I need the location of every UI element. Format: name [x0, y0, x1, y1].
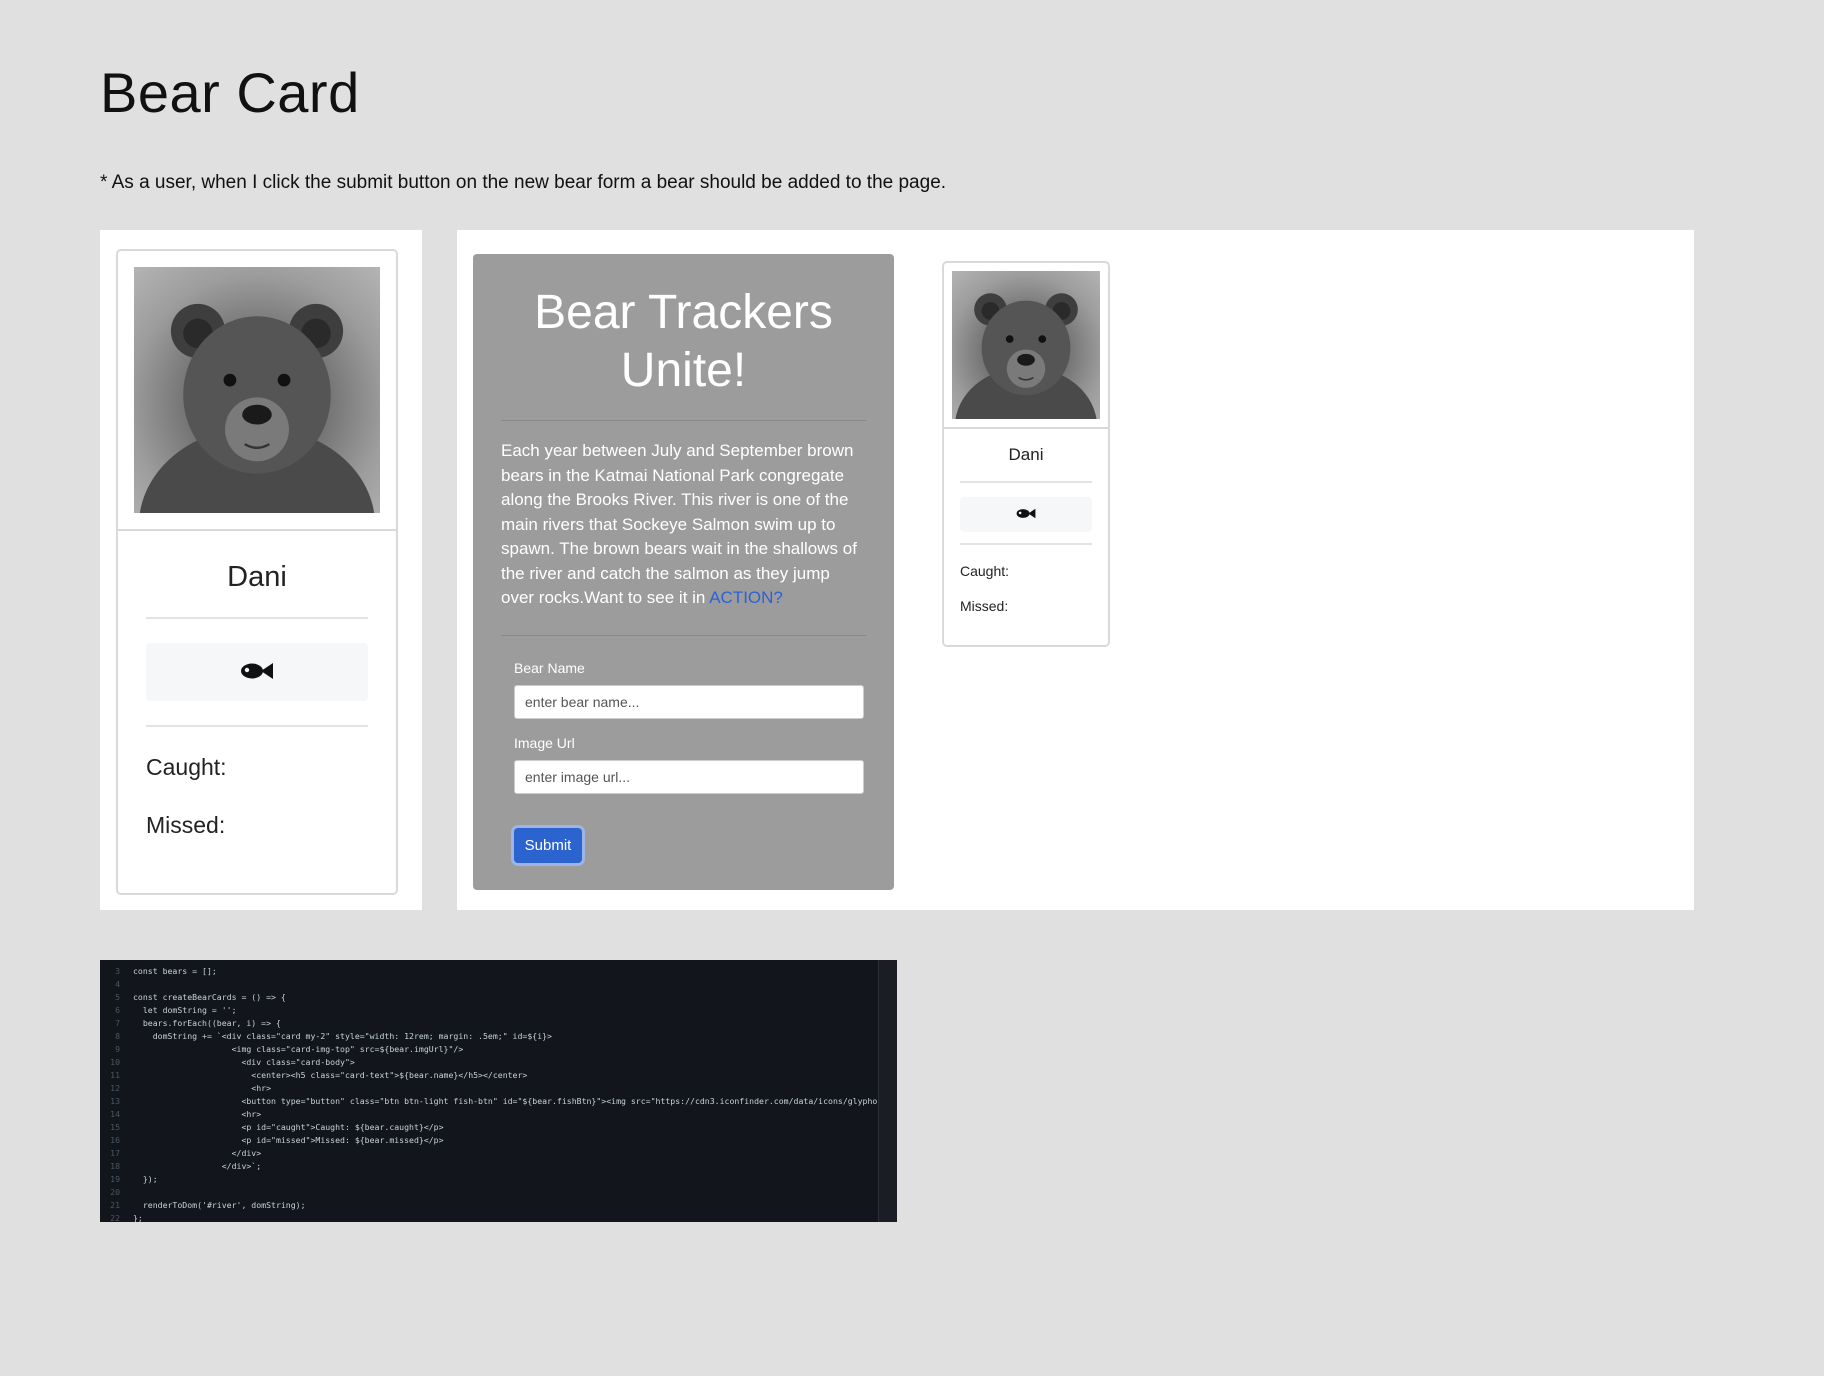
code-text: <p id="caught">Caught: ${bear.caught}</p…	[133, 1122, 444, 1132]
code-line: 21 renderToDom('#river', domString);	[100, 1199, 879, 1212]
user-story: * As a user, when I click the submit but…	[100, 172, 947, 193]
divider	[501, 420, 866, 421]
line-number: 18	[110, 1161, 120, 1171]
code-line: 19 });	[100, 1173, 879, 1186]
image-url-input[interactable]	[514, 760, 864, 794]
code-line: 22};	[100, 1212, 879, 1222]
code-line: 18 </div>`;	[100, 1160, 879, 1173]
code-line: 15 <p id="caught">Caught: ${bear.caught}…	[100, 1121, 879, 1134]
bear-card-large: Dani Caught: Missed:	[116, 249, 398, 895]
line-number: 5	[115, 992, 120, 1002]
code-text: <hr>	[133, 1109, 262, 1119]
missed-count: Missed:	[960, 598, 1009, 614]
divider	[960, 481, 1092, 483]
line-number: 8	[115, 1031, 120, 1041]
code-line: 10 <div class="card-body">	[100, 1056, 879, 1069]
line-number: 3	[115, 966, 120, 976]
line-number: 14	[110, 1109, 120, 1119]
line-number: 6	[115, 1005, 120, 1015]
code-text: renderToDom('#river', domString);	[133, 1200, 306, 1210]
fish-icon	[240, 662, 274, 683]
bear-card-panel: Dani Caught: Missed:	[100, 230, 422, 910]
code-line: 5 const createBearCards = () => {	[100, 991, 879, 1004]
code-text: bears.forEach((bear, i) => {	[133, 1018, 281, 1028]
code-snippet: 3 const bears = []; 4 5 const createBearCard…	[100, 960, 897, 1222]
bear-image	[952, 271, 1100, 419]
missed-count: Missed:	[146, 812, 226, 838]
caught-count: Caught:	[146, 754, 227, 780]
code-line: 17 </div>	[100, 1147, 879, 1160]
code-text: const createBearCards = () => {	[133, 992, 286, 1002]
line-number: 17	[110, 1148, 120, 1158]
line-number: 7	[115, 1018, 120, 1028]
bear-image-frame	[944, 263, 1108, 429]
line-number: 11	[110, 1070, 120, 1080]
bear-name: Dani	[1008, 445, 1044, 464]
code-text: <center><h5 class="card-text">${bear.nam…	[133, 1070, 528, 1080]
code-text: <img class="card-img-top" src=${bear.img…	[133, 1044, 464, 1054]
code-line: 13 <button type="button" class="btn btn-…	[100, 1095, 879, 1108]
line-number: 15	[110, 1122, 120, 1132]
code-text: domString += `<div class="card my-2" sty…	[133, 1031, 552, 1041]
line-number: 10	[110, 1057, 120, 1067]
divider	[960, 543, 1092, 545]
caught-count: Caught:	[960, 563, 1010, 579]
line-number: 22	[110, 1213, 120, 1222]
line-number: 16	[110, 1135, 120, 1145]
code-line: 20	[100, 1186, 879, 1199]
divider	[501, 635, 866, 636]
jumbotron-title: Bear Trackers Unite!	[534, 286, 833, 397]
code-text: };	[133, 1213, 143, 1222]
image-url-label: Image Url	[514, 735, 575, 751]
code-line: 8 domString += `<div class="card my-2" s…	[100, 1030, 879, 1043]
code-text: });	[133, 1174, 158, 1184]
river-panel: Bear Trackers Unite! Each year between J…	[457, 230, 1694, 910]
line-number: 19	[110, 1174, 120, 1184]
code-lines: 3 const bears = []; 4 5 const createBearCard…	[100, 960, 879, 1222]
code-scrollbar[interactable]	[878, 960, 897, 1222]
line-number: 20	[110, 1187, 120, 1197]
bear-image-frame	[118, 251, 396, 531]
line-number: 21	[110, 1200, 120, 1210]
code-text: </div>`;	[133, 1161, 262, 1171]
bear-form-jumbotron: Bear Trackers Unite! Each year between J…	[473, 254, 894, 890]
bear-card-small: Dani Caught: Missed:	[942, 261, 1110, 647]
line-number: 9	[115, 1044, 120, 1054]
divider	[146, 725, 368, 727]
fish-button[interactable]	[960, 497, 1092, 532]
line-number: 13	[110, 1096, 120, 1106]
fish-button[interactable]	[146, 643, 368, 701]
code-text: <div class="card-body">	[133, 1057, 355, 1067]
submit-button[interactable]: Submit	[514, 828, 582, 863]
bear-name-input[interactable]	[514, 685, 864, 719]
action-link[interactable]: ACTION?	[709, 588, 783, 607]
code-line: 3 const bears = [];	[100, 965, 879, 978]
code-text: <hr>	[133, 1083, 272, 1093]
code-line: 7 bears.forEach((bear, i) => {	[100, 1017, 879, 1030]
code-text: const bears = [];	[133, 966, 217, 976]
code-line: 4	[100, 978, 879, 991]
line-number: 4	[115, 979, 120, 989]
fish-icon	[1016, 507, 1036, 522]
code-line: 16 <p id="missed">Missed: ${bear.missed}…	[100, 1134, 879, 1147]
code-line: 14 <hr>	[100, 1108, 879, 1121]
code-text: <button type="button" class="btn btn-lig…	[133, 1096, 879, 1106]
bear-name: Dani	[227, 561, 287, 593]
description-text: Each year between July and September bro…	[501, 441, 857, 607]
divider	[146, 617, 368, 619]
jumbotron-description: Each year between July and September bro…	[501, 439, 858, 611]
bear-image	[134, 267, 380, 513]
code-line: 12 <hr>	[100, 1082, 879, 1095]
code-line: 11 <center><h5 class="card-text">${bear.…	[100, 1069, 879, 1082]
code-line: 9 <img class="card-img-top" src=${bear.i…	[100, 1043, 879, 1056]
code-text: <p id="missed">Missed: ${bear.missed}</p…	[133, 1135, 444, 1145]
code-line: 6 let domString = '';	[100, 1004, 879, 1017]
page-title: Bear Card	[100, 61, 360, 124]
bear-name-label: Bear Name	[514, 660, 585, 676]
line-number: 12	[110, 1083, 120, 1093]
code-text: </div>	[133, 1148, 262, 1158]
code-text: let domString = '';	[133, 1005, 237, 1015]
